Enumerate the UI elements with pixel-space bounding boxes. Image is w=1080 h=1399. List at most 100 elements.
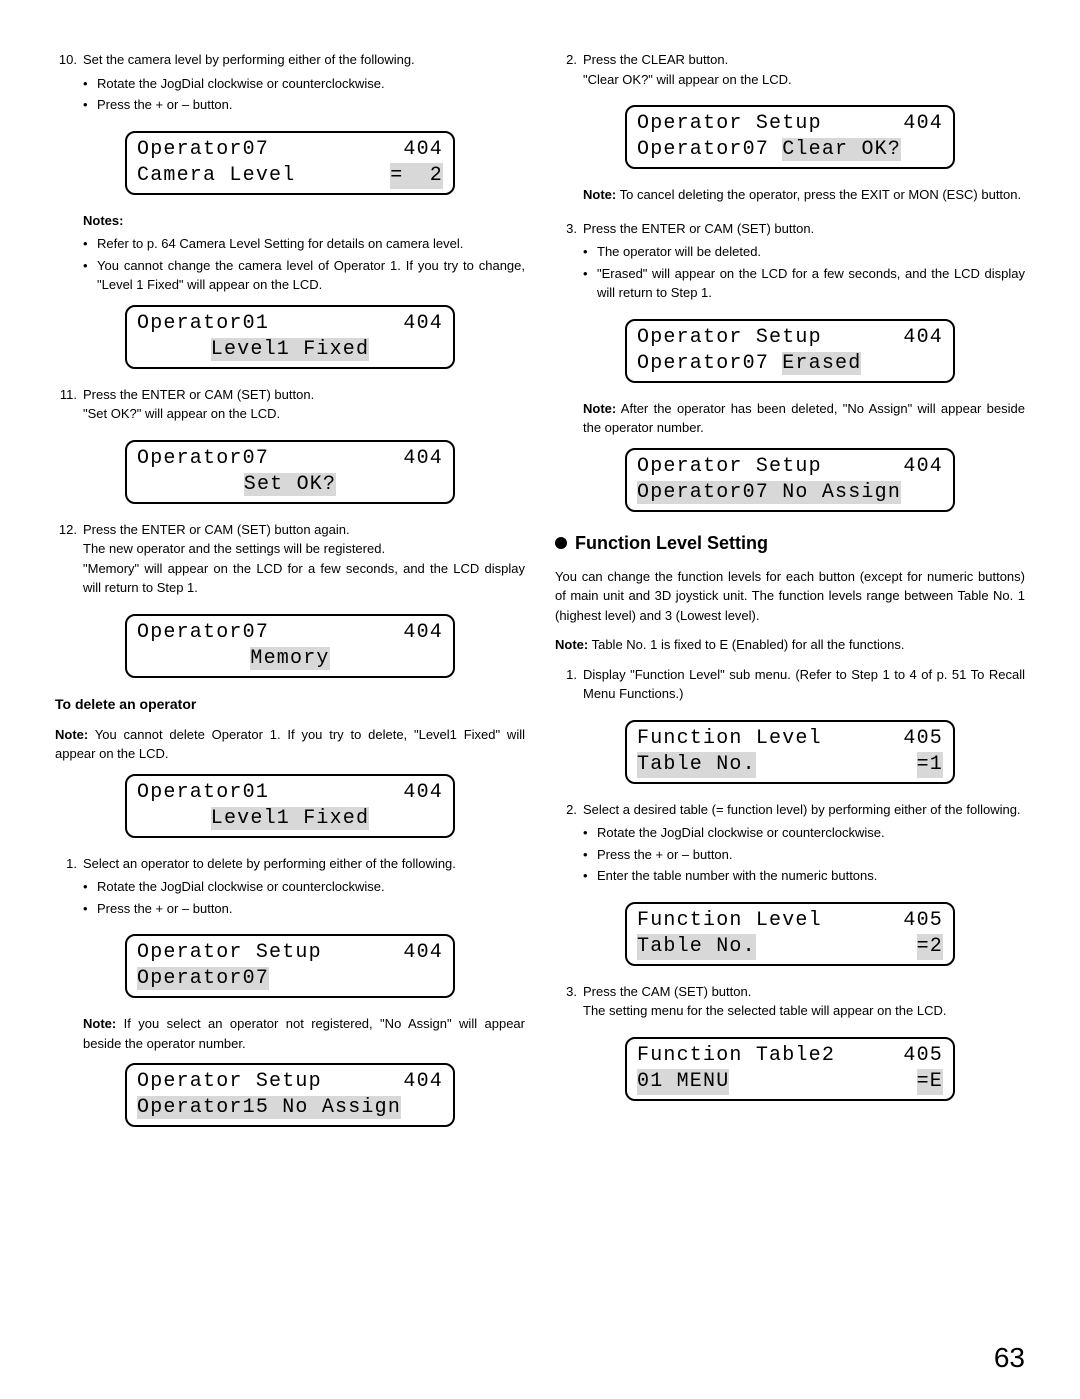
lcd-display: Function Level 405 Table No. =2	[625, 902, 955, 966]
step-text: Select a desired table (= function level…	[583, 800, 1025, 820]
lcd-line: 405	[903, 726, 943, 752]
fls-step-1: 1.Display "Function Level" sub menu. (Re…	[555, 665, 1025, 704]
lcd-line: Erased	[782, 352, 861, 375]
step-text: Press the CLEAR button.	[583, 50, 1025, 70]
left-column: 10. Set the camera level by performing e…	[55, 50, 525, 1143]
lcd-line: Operator15 No Assign	[137, 1096, 401, 1119]
bullet-icon: •	[583, 845, 597, 865]
step-text: Press the CAM (SET) button.	[583, 982, 1025, 1002]
lcd-line: Clear OK?	[782, 138, 901, 161]
lcd-line: Operator Setup	[137, 940, 322, 966]
lcd-line: 405	[903, 908, 943, 934]
lcd-line: Operator Setup	[637, 325, 822, 351]
lcd-line: Operator07	[137, 620, 269, 646]
bullet-icon: •	[83, 95, 97, 115]
step-number: 3.	[555, 982, 583, 1021]
manual-page: 10. Set the camera level by performing e…	[0, 0, 1080, 1399]
lcd-line: Operator07	[137, 137, 269, 163]
step-12: 12.Press the ENTER or CAM (SET) button a…	[55, 520, 525, 598]
lcd-line: Operator07	[137, 967, 269, 990]
bullet-text: Press the + or – button.	[597, 845, 1025, 865]
lcd-line: Function Level	[637, 908, 822, 934]
lcd-line: Memory	[250, 647, 329, 670]
bullet-text: Press the + or – button.	[97, 899, 525, 919]
lcd-line: Operator07 No Assign	[637, 481, 901, 504]
bullet-icon: •	[583, 823, 597, 843]
step-text: Press the ENTER or CAM (SET) button agai…	[83, 520, 525, 540]
lcd-line: =E	[917, 1069, 943, 1095]
step-10: 10. Set the camera level by performing e…	[55, 50, 525, 115]
note-text: Table No. 1 is fixed to E (Enabled) for …	[588, 637, 904, 652]
step-11: 11.Press the ENTER or CAM (SET) button."…	[55, 385, 525, 424]
step-text: "Memory" will appear on the LCD for a fe…	[83, 559, 525, 598]
lcd-line: 404	[903, 325, 943, 351]
lcd-line: Operator Setup	[637, 111, 822, 137]
lcd-line: 404	[403, 137, 443, 163]
lcd-line: 404	[403, 620, 443, 646]
delete-step-1: 1.Select an operator to delete by perfor…	[55, 854, 525, 919]
bullet-text: Enter the table number with the numeric …	[597, 866, 1025, 886]
step-text: "Clear OK?" will appear on the LCD.	[583, 70, 1025, 90]
lcd-line: =1	[917, 752, 943, 778]
page-number: 63	[994, 1337, 1025, 1379]
note-text: You cannot delete Operator 1. If you try…	[55, 727, 525, 762]
lcd-line: 404	[903, 111, 943, 137]
notes-heading: Notes:	[83, 211, 525, 231]
bullet-icon: •	[83, 74, 97, 94]
lcd-display: Operator07 404 Memory	[125, 614, 455, 678]
lcd-line: 404	[403, 940, 443, 966]
step-number: 1.	[555, 665, 583, 704]
right-column: 2.Press the CLEAR button."Clear OK?" wil…	[555, 50, 1025, 1143]
step-number: 12.	[55, 520, 83, 598]
lcd-display: Operator Setup404Operator15 No Assign	[125, 1063, 455, 1127]
lcd-line: 404	[403, 311, 443, 337]
note-label: Note:	[583, 401, 616, 416]
note-label: Note:	[555, 637, 588, 652]
lcd-line: 405	[903, 1043, 943, 1069]
note-block: Note: If you select an operator not regi…	[83, 1014, 525, 1053]
lcd-line: Table No.	[637, 752, 756, 778]
step-text: The new operator and the settings will b…	[83, 539, 525, 559]
bullet-text: "Erased" will appear on the LCD for a fe…	[597, 264, 1025, 303]
lcd-line: Operator Setup	[637, 454, 822, 480]
step-number: 2.	[555, 50, 583, 89]
lcd-line: = 2	[390, 163, 443, 189]
step-number: 2.	[555, 800, 583, 820]
lcd-line: Operator07	[137, 446, 269, 472]
bullet-text: Rotate the JogDial clockwise or counterc…	[97, 877, 525, 897]
lcd-line: Operator01	[137, 780, 269, 806]
bullet-icon: •	[83, 256, 97, 295]
lcd-line: 404	[403, 446, 443, 472]
step-text: Press the ENTER or CAM (SET) button.	[83, 385, 525, 405]
lcd-line: Operator01	[137, 311, 269, 337]
lcd-display: Operator01 404 Level1 Fixed	[125, 305, 455, 369]
step-number: 10.	[55, 50, 83, 70]
bullet-text: Rotate the JogDial clockwise or counterc…	[97, 74, 525, 94]
lcd-line: Function Table2	[637, 1043, 835, 1069]
note-label: Note:	[83, 1016, 116, 1031]
lcd-display: Function Level 405 Table No. =1	[625, 720, 955, 784]
lcd-line: Level1 Fixed	[211, 807, 369, 830]
step-number: 11.	[55, 385, 83, 424]
lcd-line: Operator Setup	[137, 1069, 322, 1095]
note-label: Note:	[55, 727, 88, 742]
bullet-icon: •	[583, 242, 597, 262]
lcd-line: Set OK?	[244, 473, 336, 496]
lcd-line: =2	[917, 934, 943, 960]
bullet-text: The operator will be deleted.	[597, 242, 1025, 262]
step-text: "Set OK?" will appear on the LCD.	[83, 404, 525, 424]
delete-step-3: 3.Press the ENTER or CAM (SET) button. •…	[555, 219, 1025, 303]
lcd-line: Operator07	[637, 138, 782, 161]
lcd-line: Function Level	[637, 726, 822, 752]
lcd-line: Level1 Fixed	[211, 338, 369, 361]
lcd-line: Table No.	[637, 934, 756, 960]
note-block: Note: After the operator has been delete…	[583, 399, 1025, 438]
lcd-line: 404	[903, 454, 943, 480]
lcd-display: Operator Setup 404 Operator07	[125, 934, 455, 998]
paragraph: You can change the function levels for e…	[555, 567, 1025, 626]
heading-text: Function Level Setting	[575, 530, 768, 557]
step-number: 1.	[55, 854, 83, 874]
lcd-display: Operator07 404 Set OK?	[125, 440, 455, 504]
lcd-display: Function Table240501 MENU=E	[625, 1037, 955, 1101]
bullet-text: Press the + or – button.	[97, 95, 525, 115]
